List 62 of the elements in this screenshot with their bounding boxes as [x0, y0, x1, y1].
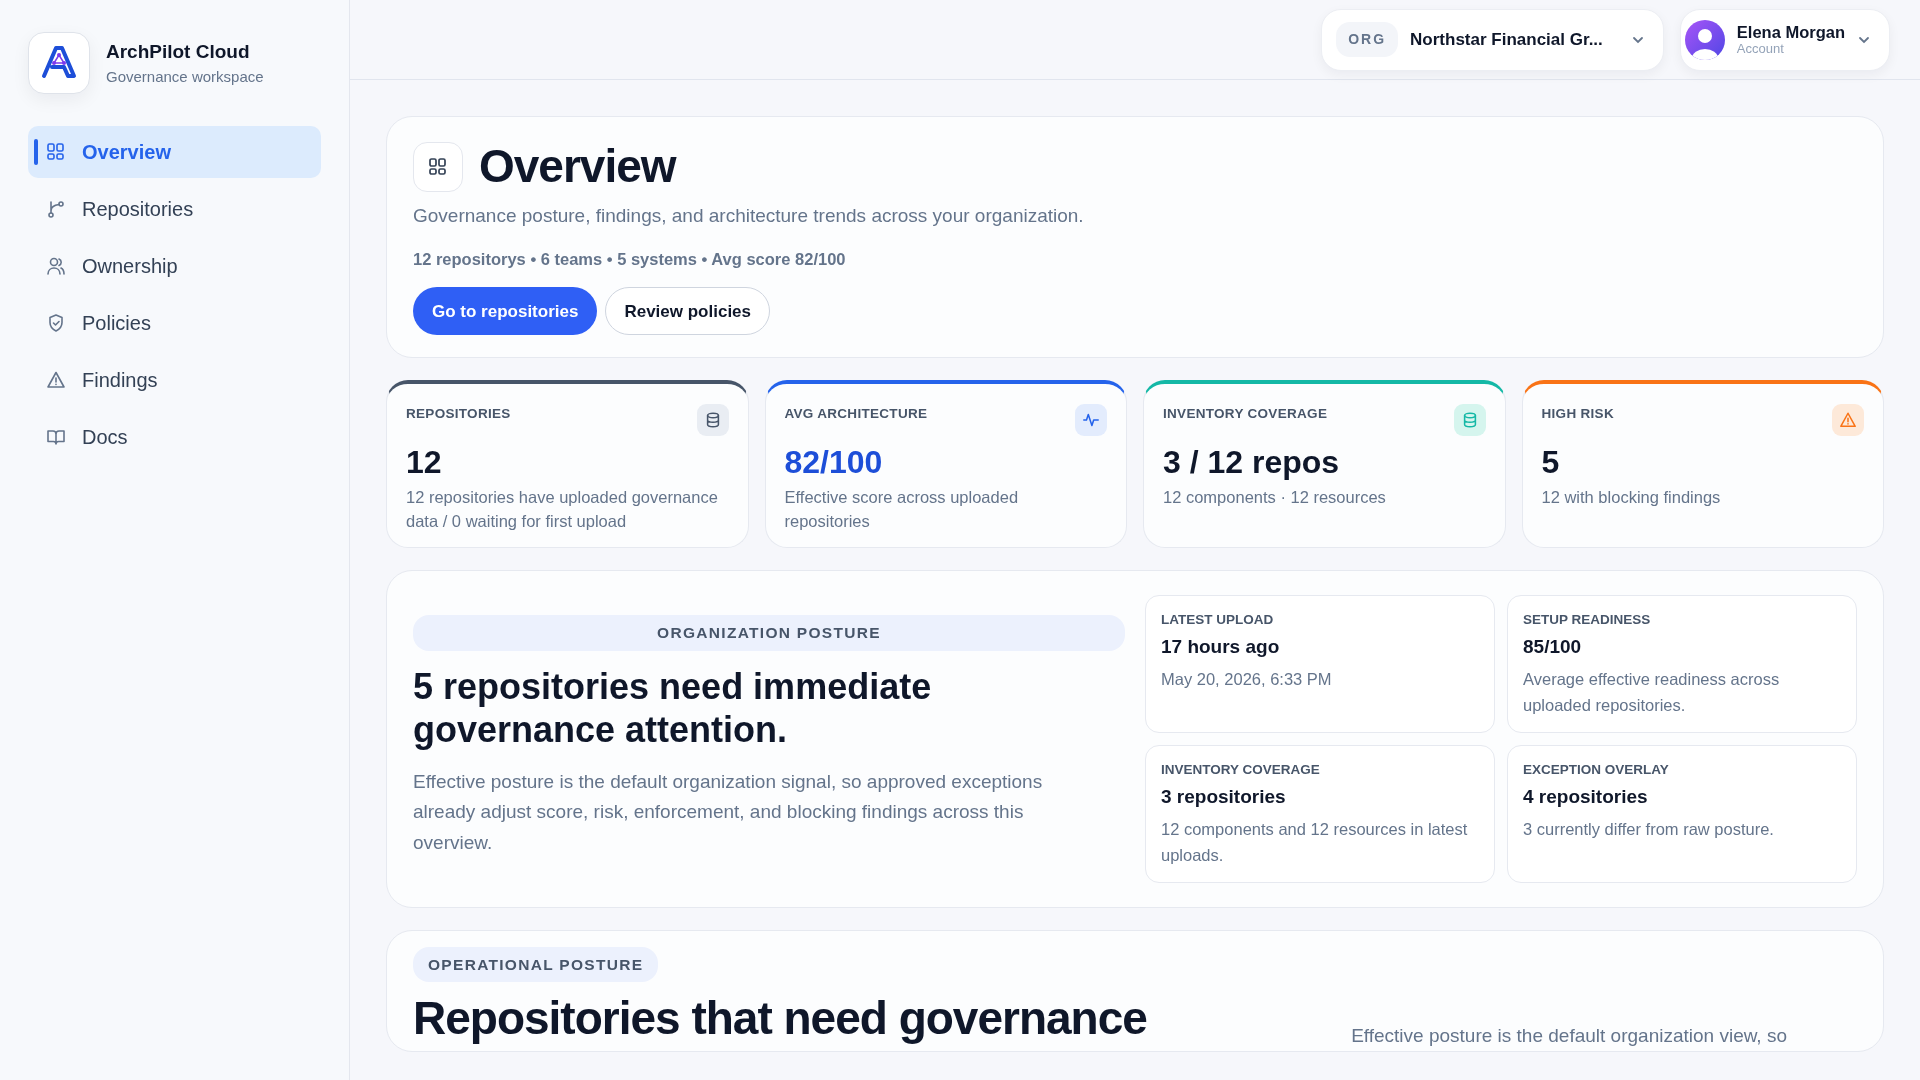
grid-icon — [46, 142, 66, 162]
tile-note: Average effective readiness across uploaded repositories. — [1523, 669, 1781, 716]
primary-button[interactable]: Go to repositories — [413, 287, 598, 336]
stat-note: Effective score across uploaded repositories — [784, 487, 1020, 532]
tile-value: 85/100 — [1523, 634, 1583, 659]
posture-headline: 5 repositories need immediate governance attention. — [413, 664, 933, 752]
branch-icon — [46, 199, 66, 219]
database-icon — [1453, 404, 1486, 437]
warning-icon — [1832, 404, 1864, 437]
account-menu[interactable]: Elena Morgan Account — [1679, 8, 1890, 71]
tile-value: 3 repositories — [1161, 784, 1287, 809]
app-logo — [28, 32, 90, 94]
posture-description: Effective posture is the default organization signal, so approved exceptions already adjust score, risk, enforcement, and blocking findings across this overview. — [413, 770, 1044, 855]
stat-label: HIGH RISK — [1541, 405, 1614, 424]
organization-name: Northstar Financial Gr... — [1410, 28, 1603, 51]
sidebar-item[interactable]: Ownership — [28, 240, 321, 292]
tile-note: May 20, 2026, 6:33 PM — [1161, 669, 1333, 691]
page-subtitle: Governance posture, findings, and architecture trends across your organization. — [413, 204, 1085, 229]
sidebar-item[interactable]: Findings — [28, 354, 321, 406]
tile-label: EXCEPTION OVERLAY — [1523, 761, 1670, 780]
stat-value: 12 — [406, 443, 443, 483]
stat-note: 12 with blocking findings — [1541, 487, 1722, 509]
stat-value: 82/100 — [784, 443, 884, 483]
section-description: Effective posture is the default organization view, so — [1351, 1024, 1787, 1049]
account-name: Elena Morgan — [1736, 22, 1845, 42]
page-title: Overview — [479, 139, 676, 194]
tile-value: 17 hours ago — [1161, 634, 1281, 659]
tile-note: 3 currently differ from raw posture. — [1523, 819, 1775, 841]
stat-note: 12 repositories have uploaded governance data / 0 waiting for first upload — [406, 487, 719, 532]
sidebar-item[interactable]: Policies — [28, 297, 321, 349]
tile-note: 12 components and 12 resources in latest uploads. — [1161, 819, 1469, 866]
section-headline: Repositories that need governance — [413, 994, 1147, 1043]
dashboard-icon — [413, 141, 463, 192]
tile-label: LATEST UPLOAD — [1161, 611, 1275, 630]
stat-label: AVG ARCHITECTURE — [784, 405, 928, 424]
sidebar-item[interactable]: Repositories — [28, 183, 321, 235]
stat-label: INVENTORY COVERAGE — [1163, 405, 1328, 424]
secondary-button[interactable]: Review policies — [605, 287, 771, 336]
tile-value: 4 repositories — [1523, 784, 1649, 809]
brand-subtitle: Governance workspace — [106, 67, 264, 87]
section-tag: ORGANIZATION POSTURE — [413, 615, 1125, 651]
stat-value: 5 — [1541, 443, 1561, 483]
shield-icon — [46, 313, 66, 333]
organization-selector[interactable]: ORG Northstar Financial Gr... — [1321, 8, 1664, 71]
sidebar-item[interactable]: Overview — [28, 126, 321, 178]
stat-value: 3 / 12 repos — [1163, 443, 1341, 483]
pulse-icon — [1075, 404, 1107, 437]
brand-name: ArchPilot Cloud — [106, 39, 251, 64]
stat-note: 12 components · 12 resources — [1163, 487, 1387, 509]
tile-label: SETUP READINESS — [1523, 611, 1652, 630]
book-icon — [46, 427, 66, 447]
avatar — [1684, 19, 1725, 60]
section-tag: OPERATIONAL POSTURE — [413, 947, 659, 983]
tile-label: INVENTORY COVERAGE — [1161, 761, 1321, 780]
org-tag: ORG — [1336, 22, 1399, 57]
warning-icon — [46, 370, 66, 390]
summary-text: 12 repositorys • 6 teams • 5 systems • Avg score 82/100 — [413, 248, 847, 270]
account-role: Account — [1736, 41, 1785, 57]
users-icon — [46, 256, 66, 276]
database-icon — [696, 404, 729, 437]
stat-label: REPOSITORIES — [406, 405, 511, 424]
sidebar-item[interactable]: Docs — [28, 411, 321, 463]
